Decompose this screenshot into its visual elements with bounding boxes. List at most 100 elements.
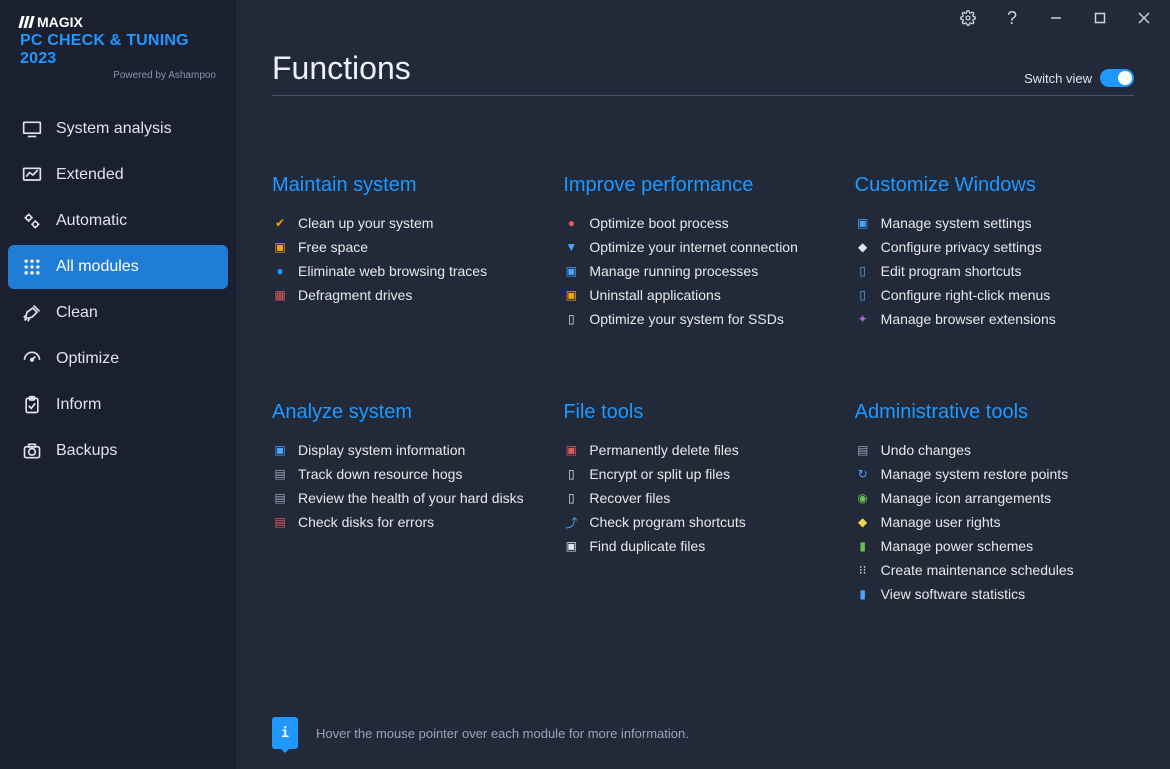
module-item-label: Check disks for errors xyxy=(298,514,434,530)
module-item-icon: ▯ xyxy=(855,287,871,303)
group-title: Analyze system xyxy=(272,401,551,424)
modules-grid: Maintain system✔Clean up your system▣Fre… xyxy=(272,174,1134,606)
module-item-icon: ▼ xyxy=(563,239,579,255)
module-item-icon: ▤ xyxy=(272,490,288,506)
module-item[interactable]: ▣Display system information xyxy=(272,438,551,462)
module-item[interactable]: ▣Permanently delete files xyxy=(563,438,842,462)
sidebar-item-label: Clean xyxy=(56,304,98,322)
module-item[interactable]: ▯ Configure right-click menus xyxy=(855,283,1134,307)
module-item[interactable]: ▣Find duplicate files xyxy=(563,534,842,558)
module-item-label: Manage running processes xyxy=(589,263,758,279)
sidebar-item-system-analysis[interactable]: System analysis xyxy=(8,107,228,151)
maximize-button[interactable] xyxy=(1080,2,1120,34)
help-button[interactable]: ? xyxy=(992,2,1032,34)
module-item[interactable]: ▤ Undo changes xyxy=(855,438,1134,462)
sidebar-nav: System analysis Extended Automatic All modu… xyxy=(0,103,236,477)
module-item[interactable]: ✦Manage browser extensions xyxy=(855,307,1134,331)
module-item[interactable]: ▼Optimize your internet connection xyxy=(563,235,842,259)
sidebar-item-label: System analysis xyxy=(56,120,172,138)
main-area: ? Functions Switch view Maintain system✔… xyxy=(236,0,1170,769)
broom-icon xyxy=(22,303,42,323)
module-item[interactable]: ▯ Encrypt or split up files xyxy=(563,462,842,486)
module-item[interactable]: ◆Manage user rights xyxy=(855,510,1134,534)
module-item[interactable]: ▣Free space xyxy=(272,235,551,259)
module-item-icon: ▤ xyxy=(272,466,288,482)
module-item-icon: ▮ xyxy=(855,538,871,554)
module-item-icon: ◆ xyxy=(855,239,871,255)
module-item-icon: ▯ xyxy=(563,466,579,482)
group-title: Improve performance xyxy=(563,174,842,197)
module-item-icon: ▯ xyxy=(855,263,871,279)
module-group: Customize Windows▣Manage system settings… xyxy=(855,174,1134,331)
module-item-label: Create maintenance schedules xyxy=(881,562,1074,578)
module-item-label: Edit program shortcuts xyxy=(881,263,1022,279)
module-item-label: Manage power schemes xyxy=(881,538,1034,554)
module-item[interactable]: ✔Clean up your system xyxy=(272,211,551,235)
sidebar-item-label: Extended xyxy=(56,166,124,184)
module-item[interactable]: ↻Manage system restore points xyxy=(855,462,1134,486)
sidebar-item-clean[interactable]: Clean xyxy=(8,291,228,335)
module-group: File tools▣Permanently delete files▯Encr… xyxy=(563,401,842,606)
module-item[interactable]: ▮ Manage power schemes xyxy=(855,534,1134,558)
info-icon: i xyxy=(272,717,298,749)
sidebar-item-inform[interactable]: Inform xyxy=(8,383,228,427)
module-item-label: Manage system settings xyxy=(881,215,1032,231)
sidebar-item-backups[interactable]: Backups xyxy=(8,429,228,473)
module-item[interactable]: ▯ Edit program shortcuts xyxy=(855,259,1134,283)
sidebar-item-automatic[interactable]: Automatic xyxy=(8,199,228,243)
module-item-label: Manage system restore points xyxy=(881,466,1069,482)
clipboard-icon xyxy=(22,395,42,415)
page-title: Functions xyxy=(272,50,411,87)
switch-view-control[interactable]: Switch view xyxy=(1024,69,1134,87)
sidebar-item-label: Automatic xyxy=(56,212,127,230)
module-item-label: Review the health of your hard disks xyxy=(298,490,524,506)
module-item[interactable]: ▤ Review the health of your hard disks xyxy=(272,486,551,510)
module-item-icon: ⤴ xyxy=(563,514,579,530)
sidebar-item-extended[interactable]: Extended xyxy=(8,153,228,197)
module-item[interactable]: ◆Configure privacy settings xyxy=(855,235,1134,259)
module-item-label: Optimize your system for SSDs xyxy=(589,311,784,327)
module-item[interactable]: ⤴ Check program shortcuts xyxy=(563,510,842,534)
module-item[interactable]: ◉ Manage icon arrangements xyxy=(855,486,1134,510)
module-item[interactable]: ▮View software statistics xyxy=(855,582,1134,606)
module-item-label: Find duplicate files xyxy=(589,538,705,554)
module-item-icon: ▤ xyxy=(855,442,871,458)
module-item[interactable]: ▤ Track down resource hogs xyxy=(272,462,551,486)
module-item[interactable]: ▯Recover files xyxy=(563,486,842,510)
sidebar-item-label: Inform xyxy=(56,396,101,414)
module-item-icon: ▣ xyxy=(563,263,579,279)
module-item-label: Clean up your system xyxy=(298,215,433,231)
magix-bars-icon xyxy=(20,16,33,28)
module-item[interactable]: ▤Check disks for errors xyxy=(272,510,551,534)
close-button[interactable] xyxy=(1124,2,1164,34)
sidebar-item-optimize[interactable]: Optimize xyxy=(8,337,228,381)
module-item[interactable]: ▦Defragment drives xyxy=(272,283,551,307)
module-item-icon: ▣ xyxy=(855,215,871,231)
module-item-icon: ▣ xyxy=(563,442,579,458)
switch-view-toggle[interactable] xyxy=(1100,69,1134,87)
module-item[interactable]: ▯ Optimize your system for SSDs xyxy=(563,307,842,331)
module-item-label: Recover files xyxy=(589,490,670,506)
module-item-label: Check program shortcuts xyxy=(589,514,745,530)
module-item[interactable]: ●Optimize boot process xyxy=(563,211,842,235)
sidebar-item-label: Optimize xyxy=(56,350,119,368)
sidebar-item-all-modules[interactable]: All modules xyxy=(8,245,228,289)
module-item-label: Configure right-click menus xyxy=(881,287,1051,303)
module-item-icon: ▣ xyxy=(272,442,288,458)
module-item-icon: ▯ xyxy=(563,311,579,327)
group-title: Administrative tools xyxy=(855,401,1134,424)
module-item[interactable]: ▣Uninstall applications xyxy=(563,283,842,307)
module-item[interactable]: ▣ Manage running processes xyxy=(563,259,842,283)
module-item[interactable]: ●Eliminate web browsing traces xyxy=(272,259,551,283)
module-item[interactable]: ▣ Manage system settings xyxy=(855,211,1134,235)
brand-product: PC CHECK & TUNING 2023 xyxy=(20,32,216,68)
minimize-button[interactable] xyxy=(1036,2,1076,34)
module-item-label: Manage icon arrangements xyxy=(881,490,1051,506)
settings-button[interactable] xyxy=(948,2,988,34)
module-item-label: Undo changes xyxy=(881,442,971,458)
module-item-label: Track down resource hogs xyxy=(298,466,462,482)
module-item-icon: ◉ xyxy=(855,490,871,506)
module-item-icon: ▣ xyxy=(272,239,288,255)
module-item-label: Encrypt or split up files xyxy=(589,466,730,482)
module-item[interactable]: ⁝⁝Create maintenance schedules xyxy=(855,558,1134,582)
